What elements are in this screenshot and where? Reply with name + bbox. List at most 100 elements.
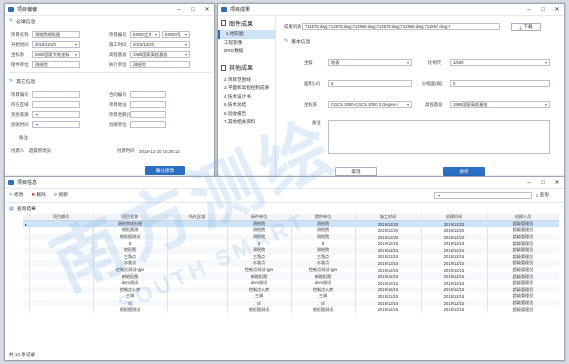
location-input[interactable] xyxy=(32,101,80,108)
sheets-input[interactable]: 0 xyxy=(450,80,550,87)
filter-select[interactable] xyxy=(434,192,532,199)
table-row[interactable]: tif tif tif 2019/12/15 2019/12/15 超级管理员 xyxy=(23,299,559,307)
coord-select[interactable]: CGCS 2000-CGCS 2000 3 Degree I xyxy=(328,101,412,108)
save-button[interactable]: 保存 xyxy=(443,167,485,176)
table-cell xyxy=(167,253,228,261)
column-header[interactable]: 创建人员 xyxy=(487,214,559,222)
elev-select[interactable]: 1985国家高程基准 xyxy=(130,51,190,58)
table-row[interactable]: 地形图测试 测绘院 测绘院 2019/12/20 2019/12/20 超级管理员 xyxy=(23,233,559,241)
nav-item-imagery[interactable]: 工程影像 xyxy=(218,39,275,48)
table-cell: tif xyxy=(227,299,292,307)
elev-select[interactable]: 1985国家高程基准 xyxy=(450,101,550,108)
nav-item-acceptance[interactable]: 6.验收报告 xyxy=(218,110,275,119)
app-icon xyxy=(221,7,227,12)
project-name-input[interactable]: 测绘院地形图 xyxy=(32,31,80,38)
table-cell: 水准点 xyxy=(227,260,292,267)
close-button[interactable]: ✕ xyxy=(550,6,564,13)
nav-item-control[interactable]: 3.平面和高程控制成果 xyxy=(218,84,275,93)
file-list-input[interactable]: 711570.dwg;712570.dwg;713568.dwg;713570.… xyxy=(302,23,500,30)
close-button[interactable]: ✕ xyxy=(200,6,214,13)
column-header[interactable]: 提供单位 xyxy=(291,214,356,222)
delivery-label: 执行单位 xyxy=(109,61,127,67)
nav-item-topo[interactable]: 1.地形图 xyxy=(218,30,275,39)
pencil-icon: ✎ xyxy=(9,192,13,197)
table-row[interactable]: 控制点测试-gps 控制点测试-gps 控制点测试-gps 2019/12/15 201… xyxy=(23,266,559,274)
table-cell: 测绘院 xyxy=(291,246,356,254)
table-cell: 地形图 xyxy=(93,246,168,254)
maximize-button[interactable]: □ xyxy=(186,7,200,13)
project-no-select-2[interactable]: 04000号 xyxy=(162,31,190,38)
pencil-icon: ✎ xyxy=(284,38,289,44)
delivery-input[interactable]: 测绘院 xyxy=(130,61,190,68)
edit-button[interactable]: ✎ 修改 xyxy=(9,192,23,198)
amount-input[interactable] xyxy=(130,111,166,118)
maximize-button[interactable]: □ xyxy=(536,7,550,13)
minimize-button[interactable]: – xyxy=(522,180,536,186)
unit-input[interactable] xyxy=(130,101,166,108)
basic-info-header: ✎ 基本信息 xyxy=(284,38,311,45)
nav-item-misc[interactable]: 7.其他相关资料 xyxy=(218,118,275,127)
table-cell: 测绘院地形图 xyxy=(93,220,168,228)
table-row[interactable]: 地形图测 测绘院 测绘院 2019/12/20 2019/12/20 超级管理员 xyxy=(23,227,559,234)
table-cell: 2019/12/15 xyxy=(355,273,422,280)
table-row[interactable]: 三调 三调 三调 2019/12/15 2019/12/15 超级管理员 xyxy=(23,293,559,300)
table-row[interactable]: 三角点 三角点 三角点 2019/12/15 2019/12/15 超级管理员 xyxy=(23,253,559,261)
table-row[interactable]: dem测试 dem测试 dem测试 2019/12/15 2019/12/15 超级管理员 xyxy=(23,279,559,287)
column-header[interactable]: 创建时间 xyxy=(421,214,488,222)
maximize-button[interactable]: □ xyxy=(536,180,550,186)
refresh-button[interactable]: ⟳ 刷新 xyxy=(54,192,68,198)
minimize-button[interactable]: – xyxy=(172,7,186,13)
table-cell: 超级管理员 xyxy=(487,253,559,261)
nav-item-drg[interactable]: DRG数据 xyxy=(218,47,275,56)
table-row[interactable]: 水准点 水准点 水准点 2019/12/15 2019/12/15 超级管理员 xyxy=(23,260,559,267)
remarks-textarea[interactable] xyxy=(328,120,550,154)
project-no-select[interactable]: 04000工9 xyxy=(130,31,160,38)
cancel-button[interactable]: 取消 xyxy=(335,167,377,176)
ratio-select[interactable]: 1/500 xyxy=(450,59,550,66)
table-cell xyxy=(167,306,228,313)
column-header[interactable]: 接件单位 xyxy=(227,214,292,222)
receiver-input[interactable]: 测绘院 xyxy=(32,61,80,68)
nav-item-summary[interactable]: 5.技术总结 xyxy=(218,101,275,110)
table-row[interactable]: 新地形图 新地形图 新地形图 2019/12/15 2019/12/15 超级管理员 xyxy=(23,273,559,280)
coord-label: 坐标系 xyxy=(11,51,25,57)
column-header[interactable]: 项目偏号 xyxy=(29,214,94,222)
table-row[interactable]: 控制点入库 控制点入库 控制点入库 2019/12/15 2019/12/15 超级管理员 xyxy=(23,286,559,294)
column-header[interactable]: 施工时间 xyxy=(355,214,422,222)
elev-label: 高程基准 xyxy=(109,51,127,57)
ref-input[interactable] xyxy=(32,91,80,98)
confirm-edit-button[interactable]: 确认修改 xyxy=(145,166,185,175)
minimize-button[interactable]: – xyxy=(522,7,536,13)
fund-select[interactable] xyxy=(32,111,80,118)
close-button[interactable]: ✕ xyxy=(550,179,564,186)
area-input[interactable]: 0 xyxy=(328,80,412,87)
project-edit-window: 项目偏偏 – □ ✕ ✎ 必填信息 项目名称 测绘院地形图 项目编号 04000工9… xyxy=(4,3,215,177)
table-cell: 三调 xyxy=(227,293,292,300)
download-button[interactable]: ⤓ 下载 xyxy=(511,23,541,31)
nav-item-range[interactable]: 2.项目范围线 xyxy=(218,76,275,85)
table-cell: 2019/12/15 xyxy=(421,253,488,261)
column-header[interactable]: 所在区域 xyxy=(167,214,228,222)
end-date-picker[interactable]: 2019/12/20 xyxy=(130,41,190,48)
table-cell: 超级管理员 xyxy=(487,246,559,254)
document-icon xyxy=(221,64,226,71)
table-row[interactable]: ▸ 测绘院地形图 测绘院 测绘院 2019/12/20 2019/12/20 超级管理员 xyxy=(23,220,559,228)
table-row[interactable]: 8 8 8 2019/12/15 2019/12/15 超级管理员 xyxy=(23,240,559,247)
table-cell: 三角点 xyxy=(227,253,292,261)
contract-input[interactable] xyxy=(130,91,166,98)
coord-select[interactable]: 2000国家大地坐标 xyxy=(32,51,80,58)
scale-select[interactable]: 地表 xyxy=(328,59,412,66)
accept-date-picker[interactable] xyxy=(32,121,80,128)
delete-button[interactable]: ✖ 删除 xyxy=(31,192,45,198)
nav-item-design[interactable]: 4.技术设计书 xyxy=(218,93,275,102)
search-icon: ⌕ xyxy=(536,192,539,198)
table-cell xyxy=(29,266,94,274)
start-date-picker[interactable]: 2019/12/20 xyxy=(32,41,80,48)
search-button[interactable]: ⌕ 查询 xyxy=(536,192,549,198)
table-cell xyxy=(167,299,228,307)
accept-unit-input[interactable] xyxy=(130,121,166,128)
table-row[interactable]: 地形图 测绘院 测绘院 2019/12/15 2019/12/15 超级管理员 xyxy=(23,246,559,254)
elev-label: 高程基准 xyxy=(425,101,443,107)
column-header[interactable]: 项目名称 xyxy=(93,214,168,222)
table-row[interactable]: 地形图测试 地形图测试 地形图测试 2019/12/15 2019/12/15 超级管理员 xyxy=(23,306,559,313)
